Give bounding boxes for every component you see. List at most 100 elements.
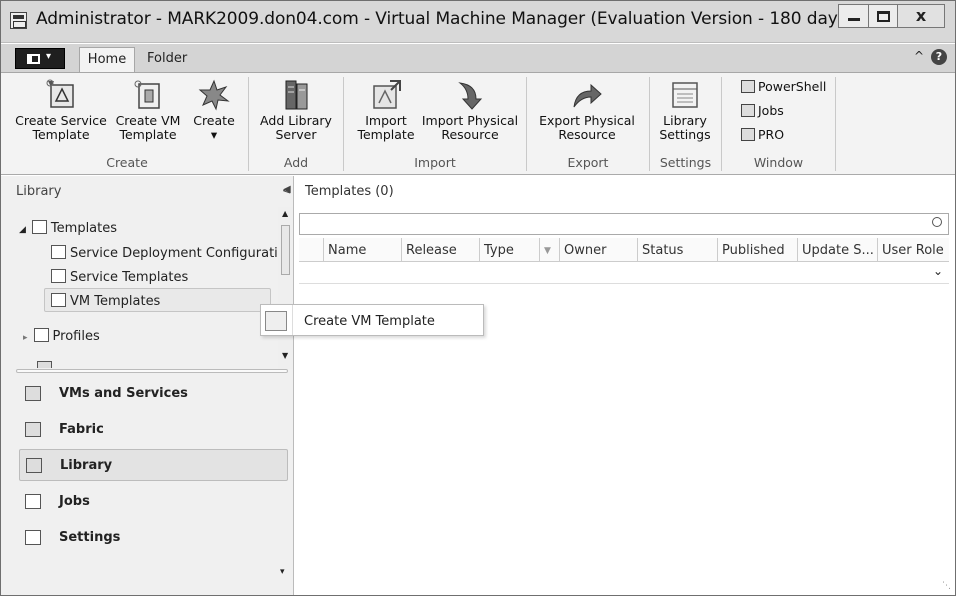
add-library-server-label-1: Add Library xyxy=(260,113,332,128)
group-label-window: Window xyxy=(753,155,804,170)
grid-expand-row[interactable]: ⌄ xyxy=(299,262,949,284)
expand-arrow-icon[interactable]: ◢ xyxy=(19,225,26,235)
column-header-user-role[interactable]: User Role xyxy=(877,238,949,261)
pane-collapse-caret[interactable]: ◀ xyxy=(283,184,291,195)
library-pane-title: Library xyxy=(16,184,62,199)
tree-node-templates[interactable]: ◢ Templates xyxy=(19,220,117,236)
maximize-button[interactable] xyxy=(868,4,898,28)
export-physical-resource-label-2: Resource xyxy=(558,127,616,142)
nav-item-vms-and-services[interactable]: VMs and Services xyxy=(19,378,288,410)
scroll-thumb[interactable] xyxy=(281,225,290,275)
tab-home[interactable]: Home xyxy=(79,47,135,73)
deployment-config-icon xyxy=(51,245,66,259)
starburst-icon xyxy=(198,79,230,111)
minimize-icon xyxy=(848,18,860,21)
scroll-down-icon[interactable]: ▼ xyxy=(282,351,288,360)
column-header-name[interactable]: Name xyxy=(323,238,401,261)
nav-label-settings: Settings xyxy=(59,530,121,545)
templates-content-pane: ◀ Templates (0) Name Release Type ▼ Owne… xyxy=(283,176,955,595)
library-settings-button[interactable]: Library Settings xyxy=(653,79,717,142)
folder-icon xyxy=(31,220,47,234)
create-dropdown-button[interactable]: Create ▾ xyxy=(187,79,241,142)
create-service-template-label-2: Template xyxy=(32,127,90,142)
tree-node-service-deployment[interactable]: Service Deployment Configuratio xyxy=(51,245,286,261)
jobs-label: Jobs xyxy=(758,103,784,118)
add-library-server-label-2: Server xyxy=(275,127,317,142)
tree-node-profiles[interactable]: ▸ Profiles xyxy=(23,328,100,344)
vm-template-icon xyxy=(265,311,287,331)
scroll-up-icon[interactable]: ▲ xyxy=(282,209,288,218)
maximize-icon xyxy=(877,11,890,22)
nav-item-fabric[interactable]: Fabric xyxy=(19,414,288,446)
tree-node-vm-templates[interactable]: VM Templates xyxy=(51,293,160,309)
pro-button[interactable]: PRO xyxy=(741,127,784,142)
jobs-icon xyxy=(741,104,755,117)
export-physical-resource-label-1: Export Physical xyxy=(539,113,635,128)
column-header-update-status[interactable]: Update S... xyxy=(797,238,877,261)
application-window: Administrator - MARK2009.don04.com - Vir… xyxy=(0,0,956,596)
powershell-label: PowerShell xyxy=(758,79,827,94)
minimize-button[interactable] xyxy=(838,4,869,28)
profile-icon xyxy=(33,328,49,342)
tab-folder[interactable]: Folder xyxy=(147,51,187,66)
create-label: Create xyxy=(193,113,235,128)
sort-indicator-icon: ▼ xyxy=(539,238,559,261)
create-vm-template-button[interactable]: Create VM Template xyxy=(115,79,181,142)
nav-label-library: Library xyxy=(60,458,113,473)
column-header-published[interactable]: Published xyxy=(717,238,797,261)
grid-header: Name Release Type ▼ Owner Status Publish… xyxy=(299,238,949,262)
export-physical-resource-button[interactable]: Export Physical Resource xyxy=(535,79,639,142)
column-header-owner[interactable]: Owner xyxy=(559,238,637,261)
file-menu-button[interactable]: ▾ xyxy=(15,48,65,69)
chevron-down-icon[interactable]: ⌄ xyxy=(933,264,943,278)
fabric-icon xyxy=(25,422,41,437)
nav-label-jobs: Jobs xyxy=(59,494,90,509)
jobs-window-button[interactable]: Jobs xyxy=(741,103,784,118)
tree-node-service-templates[interactable]: Service Templates xyxy=(51,269,188,285)
expand-arrow-icon[interactable]: ▸ xyxy=(23,333,28,343)
nav-item-jobs[interactable]: Jobs xyxy=(19,486,288,518)
nav-scroll-down-icon[interactable]: ▾ xyxy=(280,567,285,577)
import-template-button[interactable]: Import Template xyxy=(351,79,421,142)
service-template-icon xyxy=(51,269,66,283)
group-label-export: Export xyxy=(567,155,609,170)
menu-item-create-vm-template[interactable]: Create VM Template xyxy=(304,314,435,329)
search-icon[interactable] xyxy=(932,217,942,227)
library-server-icon xyxy=(280,79,312,111)
create-service-template-button[interactable]: Create Service Template xyxy=(7,79,115,142)
collapse-ribbon-icon[interactable]: ^ xyxy=(914,49,924,63)
column-select[interactable] xyxy=(299,238,323,261)
library-icon xyxy=(26,458,42,473)
nav-item-settings[interactable]: Settings xyxy=(19,522,288,554)
group-label-add: Add xyxy=(283,155,309,170)
library-settings-label-2: Settings xyxy=(659,127,711,142)
group-label-settings: Settings xyxy=(659,155,712,170)
search-input[interactable] xyxy=(299,213,949,235)
import-template-icon xyxy=(370,79,402,111)
nav-item-library[interactable]: Library xyxy=(19,449,288,481)
nav-label-vms-and-services: VMs and Services xyxy=(59,386,188,401)
powershell-button[interactable]: PowerShell xyxy=(741,79,826,94)
column-header-release[interactable]: Release xyxy=(401,238,479,261)
import-template-label-1: Import xyxy=(365,113,407,128)
window-title: Administrator - MARK2009.don04.com - Vir… xyxy=(36,9,932,29)
close-button[interactable]: x xyxy=(897,4,945,28)
service-template-icon xyxy=(45,79,77,111)
create-service-template-label-1: Create Service xyxy=(15,113,107,128)
tree-scrollbar[interactable]: ▲ ▼ xyxy=(278,207,293,369)
import-physical-resource-button[interactable]: Import Physical Resource xyxy=(421,79,519,142)
help-icon[interactable]: ? xyxy=(931,49,947,65)
add-library-server-button[interactable]: Add Library Server xyxy=(253,79,339,142)
resize-grip-icon[interactable]: ⋱ xyxy=(942,581,951,591)
content-title: Templates (0) xyxy=(305,184,394,199)
library-settings-label-1: Library xyxy=(663,113,707,128)
import-arrow-icon xyxy=(454,79,486,111)
file-menu-caret: ▾ xyxy=(46,51,52,62)
tree-label-service-templates: Service Templates xyxy=(70,270,189,285)
import-template-label-2: Template xyxy=(357,127,415,142)
tree-label-templates: Templates xyxy=(50,221,118,236)
column-header-status[interactable]: Status xyxy=(637,238,717,261)
pane-splitter[interactable] xyxy=(16,369,288,373)
column-header-type[interactable]: Type xyxy=(479,238,539,261)
title-bar: Administrator - MARK2009.don04.com - Vir… xyxy=(1,1,955,43)
